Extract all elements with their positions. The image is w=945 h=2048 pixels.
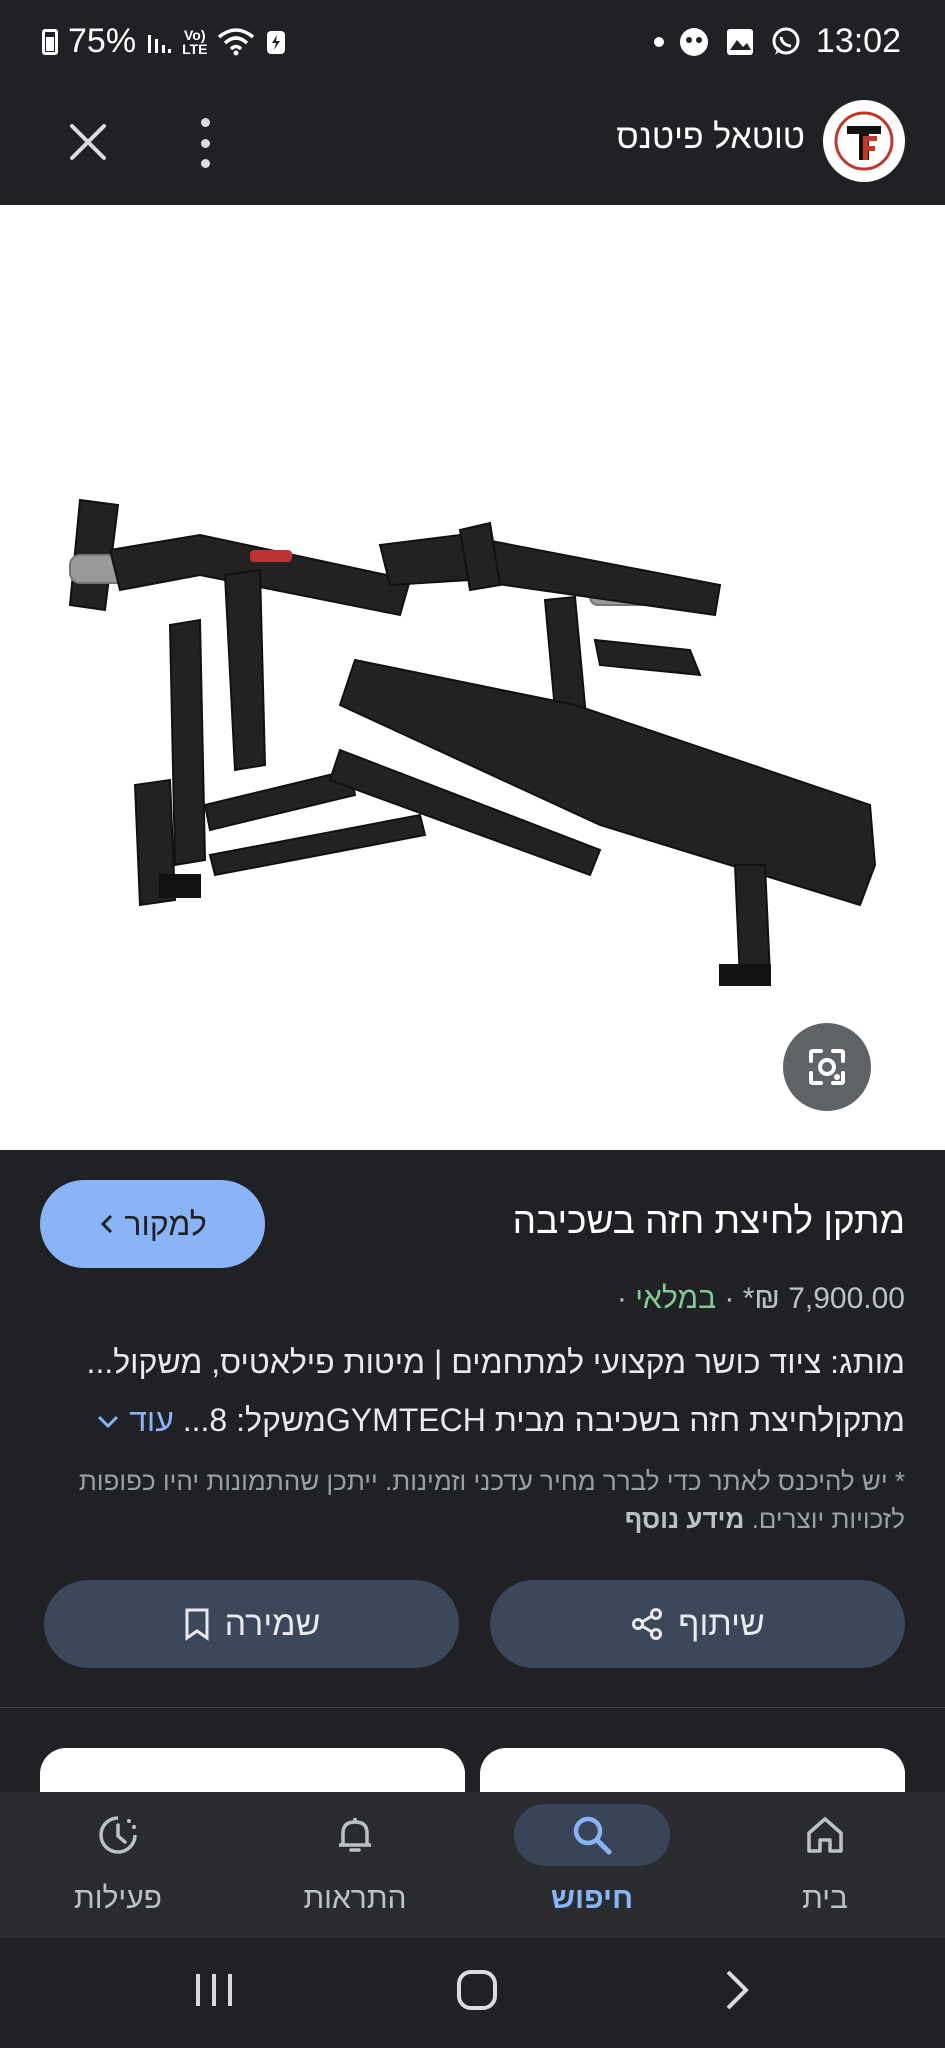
site-title[interactable]: טוטאל פיטנס [616, 118, 805, 157]
lens-icon [809, 1049, 845, 1085]
save-button-label: שמירה [224, 1604, 321, 1643]
clock: 13:02 [815, 22, 901, 60]
nav-home[interactable]: בית [745, 1800, 905, 1930]
total-fitness-logo-icon [834, 111, 894, 171]
more-link-label: עוד [129, 1402, 174, 1438]
stock-status: במלאי [635, 1282, 717, 1315]
system-navigation-bar [0, 1938, 945, 2048]
bookmark-icon [185, 1608, 209, 1641]
product-image[interactable] [0, 205, 945, 1150]
nav-search-label: חיפוש [550, 1882, 634, 1915]
site-logo[interactable] [823, 100, 905, 182]
nav-search[interactable]: חיפוש [512, 1800, 672, 1930]
whatsapp-icon [772, 27, 800, 55]
recent-apps-icon[interactable] [190, 1968, 238, 2012]
wifi-icon [218, 27, 255, 55]
price: 7,900.00 ₪* [742, 1282, 905, 1315]
share-icon [632, 1608, 663, 1640]
share-button-label: שיתוף [678, 1604, 765, 1643]
disclaimer-text: * יש להיכנס לאתר כדי לברר מחיר עדכני וזמ… [78, 1466, 905, 1534]
more-vert-icon [200, 118, 210, 127]
chevron-left-icon [101, 1214, 113, 1234]
save-button[interactable]: שמירה [44, 1580, 459, 1668]
source-button-label: למקור [124, 1205, 207, 1242]
price-separator: · [724, 1282, 735, 1315]
data-saver-icon [267, 30, 286, 54]
search-icon [573, 1816, 612, 1855]
back-icon[interactable] [722, 1966, 752, 2014]
description-text: מתקןלחיצת חזה בשכיבה מבית GYMTECHמשקל: 8… [182, 1402, 905, 1438]
nav-activity-label: פעילות [74, 1882, 162, 1915]
chevron-down-icon [98, 1415, 119, 1429]
bell-icon [339, 1818, 371, 1852]
google-lens-button[interactable] [783, 1023, 871, 1111]
description-line-1: מותג: ציוד כושר מקצועי למתחמים | מיטות פ… [86, 1344, 905, 1380]
battery-icon [42, 28, 58, 55]
nav-notifications[interactable]: התראות [275, 1800, 435, 1930]
price-line: 7,900.00 ₪* · במלאי · [617, 1282, 905, 1316]
nav-notifications-label: התראות [303, 1882, 407, 1915]
notification-dot-icon [653, 36, 664, 47]
close-icon[interactable] [68, 122, 108, 162]
status-bar: 75% Vo) LTE 13:02 [0, 0, 945, 80]
nav-activity[interactable]: פעילות [38, 1800, 198, 1930]
app-notification-icon [679, 27, 708, 56]
history-icon [99, 1816, 137, 1854]
battery-percent: 75% [68, 22, 137, 60]
home-button-icon[interactable] [455, 1968, 499, 2012]
network-label: LTE [182, 40, 208, 57]
more-link[interactable]: עוד [96, 1402, 174, 1438]
disclaimer: * יש להיכנס לאתר כדי לברר מחיר עדכני וזמ… [35, 1462, 905, 1538]
more-info-link[interactable]: מידע נוסף [625, 1504, 745, 1534]
more-options-button[interactable] [190, 118, 220, 168]
volte-label: Vo) [184, 26, 206, 43]
signal-icon [148, 34, 172, 53]
stock-separator: · [616, 1282, 627, 1315]
home-icon [807, 1817, 843, 1853]
chest-press-bench-image [68, 498, 877, 986]
gallery-notification-icon [726, 28, 753, 55]
visit-source-button[interactable]: למקור [40, 1180, 265, 1268]
share-button[interactable]: שיתוף [490, 1580, 905, 1668]
description-line-2: מתקןלחיצת חזה בשכיבה מבית GYMTECHמשקל: 8… [40, 1402, 905, 1439]
product-title: מתקן לחיצת חזה בשכיבה [512, 1200, 905, 1241]
nav-home-label: בית [802, 1882, 848, 1915]
divider [0, 1707, 945, 1708]
